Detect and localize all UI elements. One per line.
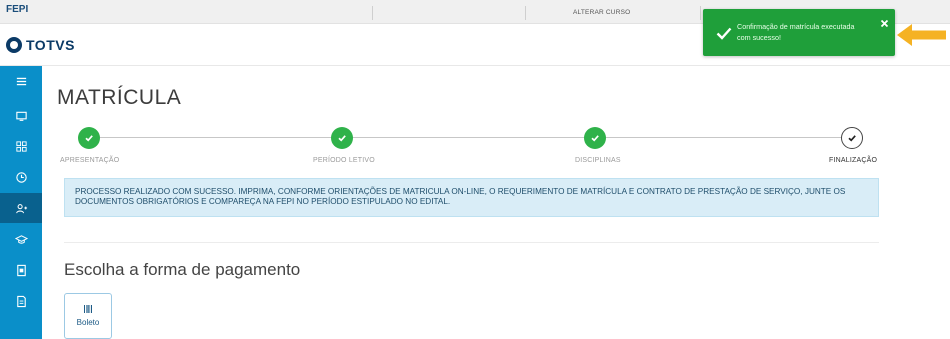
check-icon (848, 135, 856, 142)
divider (525, 6, 526, 20)
change-course-link[interactable]: ALTERAR CURSO (573, 9, 630, 16)
step-label-subjects: DISCIPLINAS (575, 157, 621, 164)
payment-heading: Escolha a forma de pagamento (64, 260, 301, 279)
logo-text: TOTVS (26, 37, 75, 53)
step-label-presentation: APRESENTAÇÃO (60, 157, 120, 164)
monitor-icon (15, 111, 27, 121)
sidebar (0, 66, 42, 339)
step-label-period: PERÍODO LETIVO (313, 157, 375, 164)
grid-icon (15, 140, 27, 152)
stepper-line (100, 137, 843, 138)
section-divider (64, 242, 879, 243)
check-icon (716, 27, 732, 40)
sidebar-item-document[interactable] (0, 255, 42, 285)
pointer-arrow-icon (897, 24, 946, 46)
user-add-icon (15, 203, 27, 213)
check-icon (591, 135, 599, 142)
app-window: FEPI ALTERAR CURSO TOTVS MATRÍCULA APRES… (0, 0, 950, 339)
payment-option-label: Boleto (76, 318, 100, 327)
success-alert: PROCESSO REALIZADO COM SUCESSO. IMPRIMA,… (64, 178, 879, 217)
file-text-icon (16, 295, 26, 307)
check-icon (85, 135, 93, 142)
graduation-cap-icon (14, 234, 28, 244)
logo-icon (6, 37, 22, 53)
clock-icon (15, 171, 27, 183)
step-subjects-marker[interactable] (584, 127, 606, 149)
sidebar-item-monitor[interactable] (0, 101, 42, 131)
divider (700, 6, 701, 20)
sidebar-item-academic[interactable] (0, 224, 42, 254)
sidebar-item-grid[interactable] (0, 131, 42, 161)
toast-message: Confirmação de matrícula executada com s… (737, 22, 855, 42)
sidebar-item-enrollment[interactable] (0, 193, 42, 223)
success-toast: Confirmação de matrícula executada com s… (703, 9, 895, 56)
document-icon (16, 264, 26, 276)
payment-option-boleto[interactable]: Boleto (64, 293, 112, 339)
sidebar-item-clock[interactable] (0, 162, 42, 192)
sidebar-item-menu[interactable] (0, 66, 42, 96)
step-label-finalization: FINALIZAÇÃO (829, 157, 878, 164)
totvs-logo[interactable]: TOTVS (6, 37, 75, 53)
org-name: FEPI (6, 4, 29, 15)
check-icon (338, 135, 346, 142)
divider (372, 6, 373, 20)
sidebar-item-file[interactable] (0, 286, 42, 316)
menu-icon (16, 77, 26, 85)
page-title: MATRÍCULA (57, 86, 182, 109)
step-finalization-marker[interactable] (841, 127, 863, 149)
step-period-marker[interactable] (331, 127, 353, 149)
close-icon[interactable] (880, 19, 889, 28)
barcode-icon (84, 305, 92, 313)
step-presentation-marker[interactable] (78, 127, 100, 149)
